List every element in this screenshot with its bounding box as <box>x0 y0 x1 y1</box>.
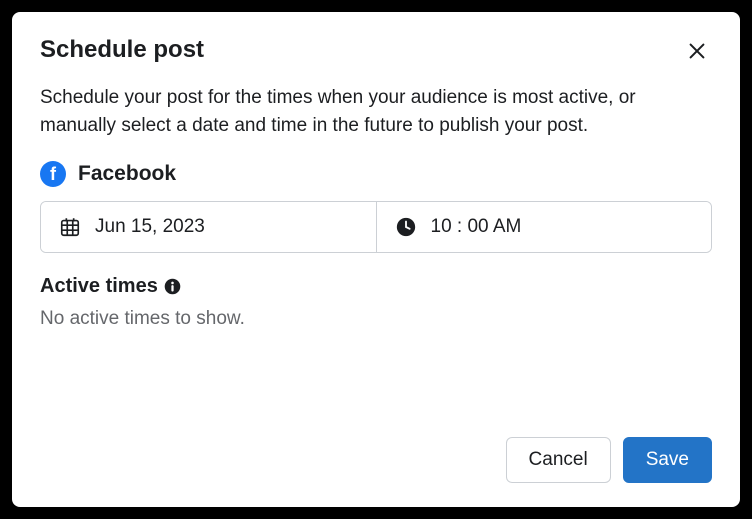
calendar-icon <box>59 216 81 238</box>
date-input[interactable]: Jun 15, 2023 <box>41 202 377 252</box>
close-icon <box>686 40 708 62</box>
modal-footer: Cancel Save <box>40 437 712 483</box>
active-times-empty: No active times to show. <box>40 308 712 330</box>
time-value: 10 : 00 AM <box>431 216 522 238</box>
clock-icon <box>395 216 417 238</box>
platform-row: f Facebook <box>40 161 712 187</box>
active-times-header: Active times <box>40 275 712 298</box>
schedule-post-modal: Schedule post Schedule your post for the… <box>12 12 740 507</box>
time-input[interactable]: 10 : 00 AM <box>377 202 712 252</box>
date-value: Jun 15, 2023 <box>95 216 205 238</box>
platform-label: Facebook <box>78 162 176 186</box>
active-times-label: Active times <box>40 275 158 298</box>
modal-description: Schedule your post for the times when yo… <box>40 84 712 139</box>
facebook-icon: f <box>40 161 66 187</box>
info-icon[interactable] <box>164 278 181 295</box>
modal-header: Schedule post <box>40 36 712 66</box>
datetime-inputs: Jun 15, 2023 10 : 00 AM <box>40 201 712 253</box>
close-button[interactable] <box>682 36 712 66</box>
cancel-button[interactable]: Cancel <box>506 437 611 483</box>
save-button[interactable]: Save <box>623 437 712 483</box>
modal-title: Schedule post <box>40 36 204 64</box>
